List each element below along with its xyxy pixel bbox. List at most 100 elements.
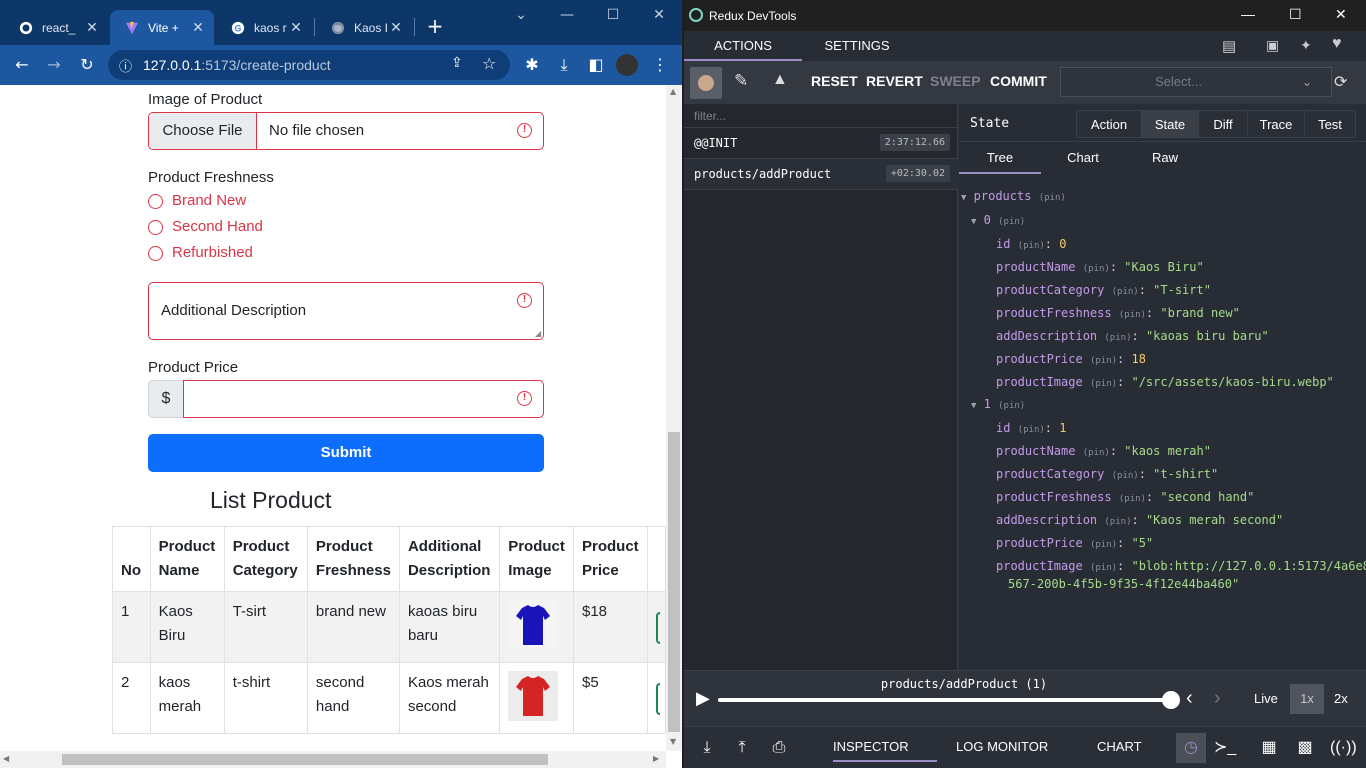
print-icon[interactable]: ⎙ bbox=[768, 737, 790, 759]
slider-track[interactable] bbox=[718, 698, 1170, 702]
minimize-icon[interactable]: — bbox=[553, 4, 581, 26]
pin-label[interactable]: (pin) bbox=[1104, 333, 1131, 343]
description-textarea[interactable]: Additional Description ! ◢ bbox=[148, 282, 544, 340]
tab-actions[interactable]: ACTIONS bbox=[684, 31, 802, 61]
radio-brand-new[interactable] bbox=[148, 194, 163, 209]
pin-label[interactable]: (pin) bbox=[1018, 241, 1045, 251]
scroll-right-icon[interactable]: ▶ bbox=[653, 754, 659, 763]
close-window-icon[interactable]: ✕ bbox=[645, 4, 673, 26]
step-forward-icon[interactable]: › bbox=[1214, 687, 1221, 710]
tree-field[interactable]: productName (pin): "Kaos Biru" bbox=[996, 259, 1204, 277]
lock-icon[interactable]: ▲ bbox=[772, 71, 788, 89]
chart-tab[interactable]: Chart bbox=[1041, 142, 1125, 174]
scroll-up-icon[interactable]: ▲ bbox=[670, 87, 676, 96]
tab-kaos[interactable]: Kaos I ✕ bbox=[316, 10, 412, 45]
tab-search-icon[interactable]: ⌄ bbox=[507, 4, 535, 26]
tree-field[interactable]: productCategory (pin): "T-sirt" bbox=[996, 282, 1211, 300]
tree-field[interactable]: productCategory (pin): "t-shirt" bbox=[996, 466, 1218, 484]
record-button[interactable] bbox=[690, 67, 722, 99]
tree-field[interactable]: addDescription (pin): "kaoas biru baru" bbox=[996, 328, 1269, 346]
play-icon[interactable]: ▶ bbox=[696, 688, 710, 709]
view-tab-trace[interactable]: Trace bbox=[1247, 110, 1305, 138]
extensions-icon[interactable]: ✱ bbox=[520, 53, 544, 77]
pin-label[interactable]: (pin) bbox=[998, 217, 1025, 227]
pin-icon[interactable]: ✎ bbox=[734, 71, 748, 91]
sync-icon[interactable]: ⟳ bbox=[1334, 72, 1347, 92]
site-info-icon[interactable]: ⓘ bbox=[119, 56, 132, 75]
tree-node[interactable]: ▼ 1 (pin) bbox=[971, 396, 1025, 414]
expand-arrow-icon[interactable]: ▼ bbox=[961, 193, 966, 203]
maximize-icon[interactable]: ☐ bbox=[1289, 6, 1302, 23]
raw-tab[interactable]: Raw bbox=[1125, 142, 1205, 174]
chevron-down-icon[interactable]: ⌄ bbox=[1302, 75, 1312, 89]
expand-arrow-icon[interactable]: ▼ bbox=[971, 401, 976, 411]
tree-root[interactable]: ▼ products (pin) bbox=[961, 188, 1066, 206]
live-button[interactable]: Live bbox=[1254, 691, 1278, 706]
choose-file-button[interactable]: Choose File bbox=[149, 113, 257, 149]
reload-icon[interactable]: ↻ bbox=[75, 53, 99, 77]
docs-book-icon[interactable]: ▤ bbox=[1222, 37, 1236, 55]
speed-1x-button[interactable]: 1x bbox=[1290, 684, 1324, 714]
new-tab-button[interactable]: + bbox=[424, 14, 446, 38]
view-tab-state[interactable]: State bbox=[1141, 110, 1199, 138]
tree-field[interactable]: productFreshness (pin): "second hand" bbox=[996, 489, 1254, 507]
tree-field[interactable]: productPrice (pin): "5" bbox=[996, 535, 1153, 553]
pin-label[interactable]: (pin) bbox=[1090, 356, 1117, 366]
revert-button[interactable]: REVERT bbox=[866, 73, 923, 89]
address-bar[interactable]: ⓘ 127.0.0.1:5173/create-product ⇪ ☆ bbox=[108, 50, 510, 80]
radio-label-refurbished[interactable]: Refurbished bbox=[172, 244, 253, 261]
reset-button[interactable]: RESET bbox=[811, 73, 858, 89]
pin-label[interactable]: (pin) bbox=[1090, 379, 1117, 389]
pin-label[interactable]: (pin) bbox=[1104, 517, 1131, 527]
close-icon[interactable]: ✕ bbox=[84, 19, 100, 36]
tree-field[interactable]: productPrice (pin): 18 bbox=[996, 351, 1146, 369]
radio-second-hand[interactable] bbox=[148, 220, 163, 235]
resize-handle-icon[interactable]: ◢ bbox=[535, 329, 541, 338]
tree-node[interactable]: ▼ 0 (pin) bbox=[971, 212, 1025, 230]
pin-label[interactable]: (pin) bbox=[1112, 471, 1139, 481]
edit-button[interactable] bbox=[656, 683, 661, 715]
feedback-icon[interactable]: ▣ bbox=[1266, 37, 1279, 54]
dispatcher-icon[interactable]: ≻_ bbox=[1214, 737, 1236, 759]
image-file-input[interactable]: Choose File No file chosen ! bbox=[148, 112, 544, 150]
pin-label[interactable]: (pin) bbox=[1090, 563, 1117, 573]
remote-icon[interactable]: ((·)) bbox=[1330, 737, 1357, 759]
pin-label[interactable]: (pin) bbox=[1083, 448, 1110, 458]
tree-field[interactable]: productImage (pin): "/src/assets/kaos-bi… bbox=[996, 374, 1334, 392]
step-back-icon[interactable]: ‹ bbox=[1186, 687, 1193, 710]
profile-avatar[interactable] bbox=[616, 54, 638, 76]
back-icon[interactable]: ← bbox=[10, 53, 34, 77]
close-icon[interactable]: ✕ bbox=[288, 19, 304, 36]
pin-label[interactable]: (pin) bbox=[1090, 540, 1117, 550]
tree-field[interactable]: id (pin): 0 bbox=[996, 236, 1066, 254]
pin-label[interactable]: (pin) bbox=[1112, 287, 1139, 297]
radio-label-brand-new[interactable]: Brand New bbox=[172, 192, 246, 209]
filter-input[interactable]: filter... bbox=[684, 104, 958, 128]
vertical-scrollbar[interactable]: ▲ ▼ bbox=[666, 85, 682, 751]
monitor-tab-inspector[interactable]: INSPECTOR bbox=[833, 739, 937, 762]
side-panel-icon[interactable]: ◧ bbox=[584, 53, 608, 77]
close-icon[interactable]: ✕ bbox=[388, 19, 404, 36]
close-window-icon[interactable]: ✕ bbox=[1335, 6, 1347, 23]
tree-field[interactable]: addDescription (pin): "Kaos merah second… bbox=[996, 512, 1283, 530]
minimize-icon[interactable]: — bbox=[1241, 6, 1255, 22]
tab-react[interactable]: react_ ✕ bbox=[4, 10, 108, 45]
close-icon[interactable]: ✕ bbox=[190, 19, 206, 36]
share-icon[interactable]: ⇪ bbox=[451, 55, 463, 71]
horizontal-scroll-thumb[interactable] bbox=[62, 754, 548, 765]
grid-alt-icon[interactable]: ▩ bbox=[1294, 737, 1316, 759]
instance-select[interactable]: Select... bbox=[1060, 67, 1332, 97]
bookmark-star-icon[interactable]: ☆ bbox=[482, 54, 496, 73]
tab-google[interactable]: G kaos r ✕ bbox=[216, 10, 312, 45]
slider-toggle-icon[interactable]: ◷ bbox=[1176, 733, 1206, 763]
monitor-tab-chart[interactable]: CHART bbox=[1097, 739, 1142, 754]
pin-label[interactable]: (pin) bbox=[1119, 310, 1146, 320]
horizontal-scrollbar[interactable]: ◀ ▶ bbox=[0, 751, 666, 768]
price-input[interactable]: ! bbox=[183, 380, 544, 418]
grid-icon[interactable]: ▦ bbox=[1258, 737, 1280, 759]
scroll-left-icon[interactable]: ◀ bbox=[3, 754, 9, 763]
commit-button[interactable]: COMMIT bbox=[990, 73, 1047, 89]
radio-refurbished[interactable] bbox=[148, 246, 163, 261]
tree-field[interactable]: productImage (pin): "blob:http://127.0.0… bbox=[996, 558, 1366, 576]
pin-label[interactable]: (pin) bbox=[1119, 494, 1146, 504]
